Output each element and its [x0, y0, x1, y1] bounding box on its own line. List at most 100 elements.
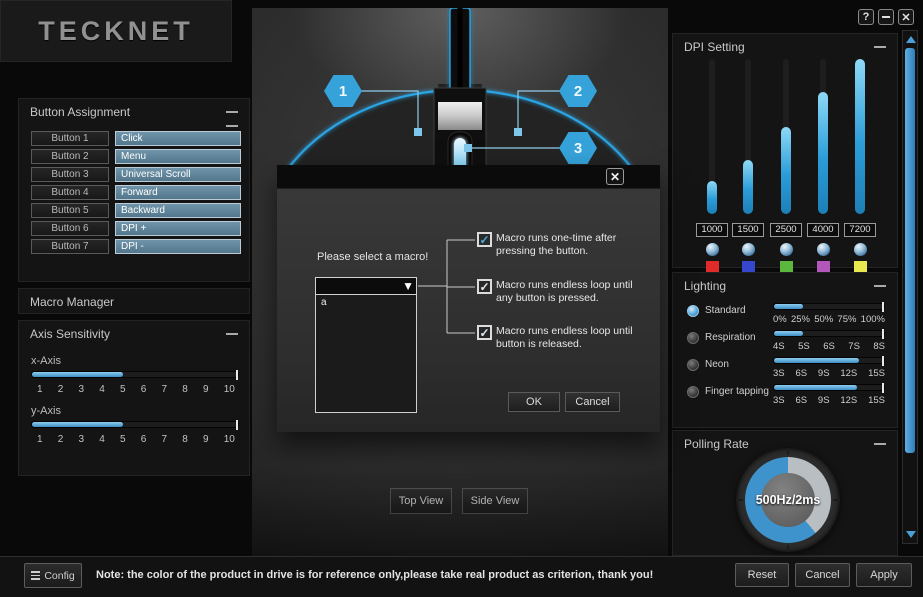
button-7-action[interactable]: DPI - — [115, 239, 241, 254]
button-assignment-panel: Button Assignment Button 1 Click Button … — [18, 98, 250, 282]
apply-button[interactable]: Apply — [856, 563, 912, 587]
dpi-radio-5[interactable] — [853, 243, 867, 256]
button-row: Button 3 Universal Scroll — [19, 167, 249, 182]
macro-option-label: Macro runs endless loop until button is … — [496, 325, 633, 350]
menu-list-icon — [31, 571, 41, 580]
slider-fill — [774, 304, 803, 309]
button-1-label[interactable]: Button 1 — [31, 131, 109, 146]
y-axis-slider[interactable] — [31, 420, 239, 430]
dpi-slider-1[interactable] — [707, 59, 717, 214]
button-4-label[interactable]: Button 4 — [31, 185, 109, 200]
collapse-minus-icon[interactable] — [874, 285, 886, 287]
lighting-mode-label: Neon — [705, 359, 729, 370]
slider-fill — [32, 422, 123, 427]
macro-option-label: Macro runs one-time after pressing the b… — [496, 232, 617, 257]
macro-option-row: ✓ Macro runs one-time after pressing the… — [477, 232, 616, 258]
close-button[interactable]: ✕ — [898, 9, 914, 25]
ok-button[interactable]: OK — [508, 392, 560, 412]
button-2-label[interactable]: Button 2 — [31, 149, 109, 164]
window-controls: ? ✕ — [858, 9, 914, 25]
collapse-minus-icon[interactable] — [874, 443, 886, 445]
button-4-action[interactable]: Forward — [115, 185, 241, 200]
checkbox-loop-until-release[interactable]: ✓ — [477, 325, 492, 340]
button-row: Button 1 Click — [19, 131, 249, 146]
x-axis-slider[interactable] — [31, 370, 239, 380]
slider-ticks: 0% 25% 50% 75% 100% — [773, 314, 885, 325]
slider-fill — [774, 331, 803, 336]
respiration-speed-slider[interactable] — [773, 329, 885, 339]
dpi-level-column: 1000 — [694, 59, 730, 274]
macro-dialog: ✕ Please select a macro! ▼ a ✓ Macro run… — [277, 165, 660, 432]
scrollbar-thumb[interactable] — [905, 48, 915, 453]
reset-button[interactable]: Reset — [735, 563, 789, 587]
neon-speed-slider[interactable] — [773, 356, 885, 366]
collapse-minus-icon[interactable] — [226, 111, 238, 113]
slider-fill — [32, 372, 123, 377]
macro-manager-panel[interactable]: Macro Manager — [18, 288, 250, 314]
lighting-mode-label: Finger tapping — [705, 386, 769, 397]
lighting-mode-label: Standard — [705, 305, 746, 316]
config-button[interactable]: Config — [24, 563, 82, 588]
dpi-radio-4[interactable] — [816, 243, 830, 256]
lighting-panel: Lighting Standard 0% 25% 50% 75% 100% Respir… — [672, 272, 898, 428]
dial-tick — [787, 545, 789, 552]
dpi-radio-2[interactable] — [741, 243, 755, 256]
brand-logo: TECKNET — [38, 15, 194, 46]
button-5-label[interactable]: Button 5 — [31, 203, 109, 218]
help-button[interactable]: ? — [858, 9, 874, 25]
slider-fill — [855, 59, 865, 214]
polling-dial-center: 500Hz/2ms — [756, 473, 820, 527]
button-3-label[interactable]: Button 3 — [31, 167, 109, 182]
axis-sensitivity-panel: Axis Sensitivity x-Axis 1 2 3 4 5 6 7 8 9 10 y-Ax… — [18, 320, 250, 476]
collapse-minus-icon[interactable] — [226, 333, 238, 335]
standard-brightness-slider[interactable] — [773, 302, 885, 312]
dpi-level-column: 2500 — [768, 59, 804, 274]
checkbox-run-once[interactable]: ✓ — [477, 232, 492, 247]
button-1-action[interactable]: Click — [115, 131, 241, 146]
collapse-minus-icon[interactable] — [874, 46, 886, 48]
macro-option-row: ✓ Macro runs endless loop until button i… — [477, 325, 633, 351]
button-row: Button 2 Menu — [19, 149, 249, 164]
slider-fill — [818, 91, 828, 214]
side-view-button[interactable]: Side View — [462, 488, 528, 514]
dpi-slider-5[interactable] — [855, 59, 865, 214]
button-3-action[interactable]: Universal Scroll — [115, 167, 241, 182]
button-6-label[interactable]: Button 6 — [31, 221, 109, 236]
radio-respiration[interactable] — [687, 332, 699, 344]
collapse-minus-icon[interactable] — [226, 125, 238, 127]
top-view-button[interactable]: Top View — [390, 488, 452, 514]
dpi-value-label: 4000 — [807, 223, 839, 237]
minimize-button[interactable] — [878, 9, 894, 25]
lighting-mode-row: Finger tapping 3S 6S 9S 12S 15S — [687, 383, 885, 411]
slider-fill — [774, 358, 859, 363]
radio-standard[interactable] — [687, 305, 699, 317]
dpi-slider-3[interactable] — [781, 59, 791, 214]
button-6-action[interactable]: DPI + — [115, 221, 241, 236]
dpi-value-label: 2500 — [770, 223, 802, 237]
scroll-down-icon[interactable] — [906, 531, 916, 538]
macro-manager-title: Macro Manager — [30, 295, 115, 309]
button-5-action[interactable]: Backward — [115, 203, 241, 218]
footer-note: Note: the color of the product in drive … — [96, 569, 654, 581]
dpi-radio-3[interactable] — [779, 243, 793, 256]
cancel-button[interactable]: Cancel — [565, 392, 620, 412]
finger-tapping-speed-slider[interactable] — [773, 383, 885, 393]
dpi-level-column: 7200 — [842, 59, 878, 274]
vertical-scrollbar[interactable] — [902, 30, 918, 544]
radio-neon[interactable] — [687, 359, 699, 371]
radio-finger-tapping[interactable] — [687, 386, 699, 398]
scroll-up-icon[interactable] — [906, 36, 916, 43]
minimize-icon — [882, 16, 890, 18]
dpi-slider-2[interactable] — [743, 59, 753, 214]
button-2-action[interactable]: Menu — [115, 149, 241, 164]
dpi-level-column: 1500 — [730, 59, 766, 274]
dpi-slider-4[interactable] — [818, 59, 828, 214]
polling-rate-dial[interactable]: 500Hz/2ms — [736, 448, 840, 552]
polling-rate-value: 500Hz/2ms — [755, 493, 821, 507]
x-axis-ticks: 1 2 3 4 5 6 7 8 9 10 — [37, 384, 235, 395]
dpi-radio-1[interactable] — [705, 243, 719, 256]
checkbox-loop-until-press[interactable]: ✓ — [477, 279, 492, 294]
button-7-label[interactable]: Button 7 — [31, 239, 109, 254]
cancel-button-footer[interactable]: Cancel — [795, 563, 850, 587]
dial-tick — [833, 499, 840, 501]
